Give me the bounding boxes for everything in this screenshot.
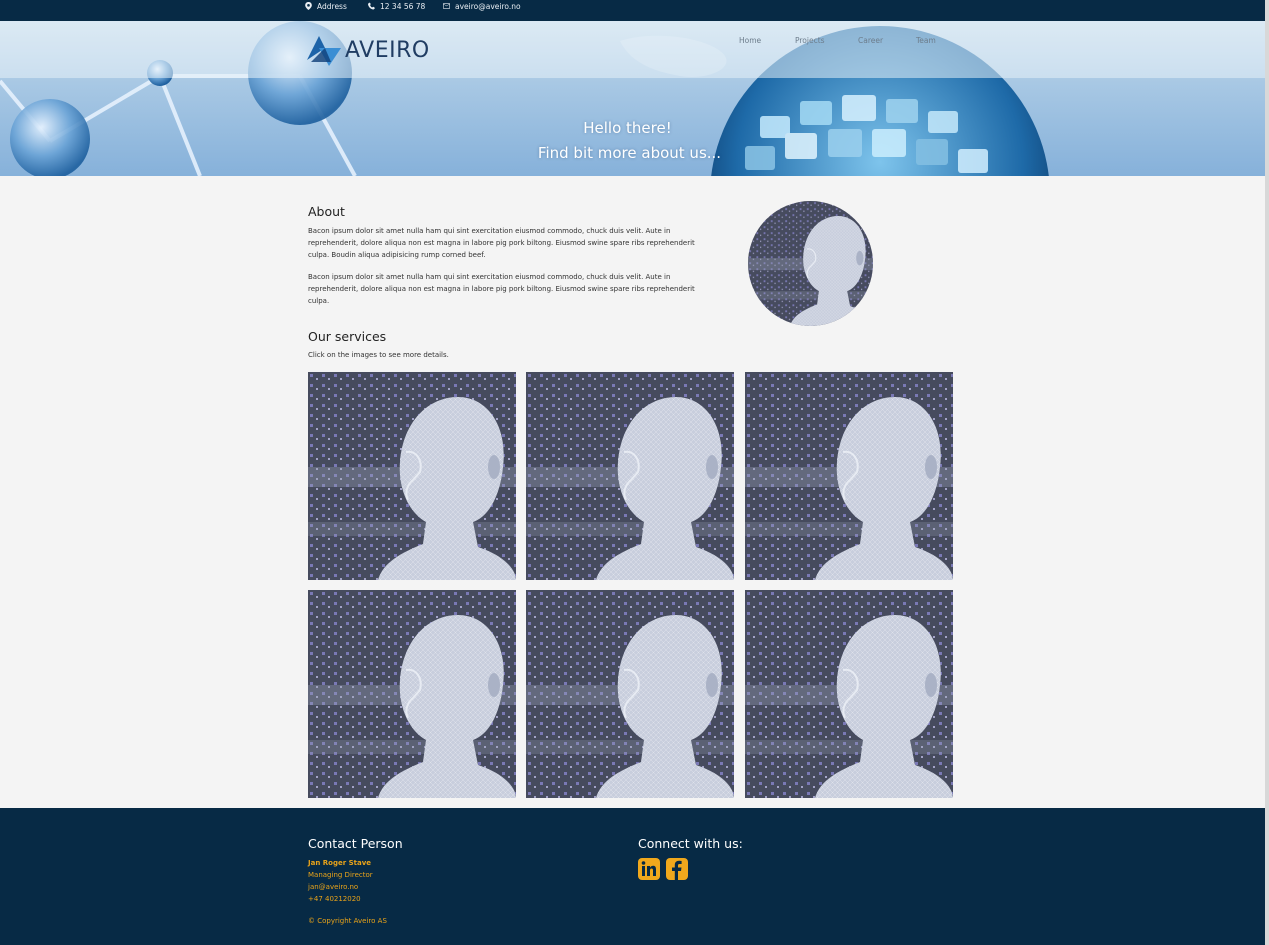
address-text: Address: [317, 1, 347, 11]
page-scrollbar[interactable]: [1265, 0, 1269, 945]
about-paragraph-1: Bacon ipsum dolor sit amet nulla ham qui…: [308, 227, 695, 259]
hero-banner: AVEIRO Home Projects Career Team Hello t…: [0, 21, 1265, 176]
facebook-icon[interactable]: [666, 858, 688, 880]
phone-item: 12 34 56 78: [368, 0, 425, 12]
email-text[interactable]: aveiro@aveiro.no: [455, 2, 521, 11]
contact-phone: +47 40212020: [308, 895, 361, 903]
address-item: Address: [305, 0, 347, 12]
service-image-3[interactable]: [745, 372, 953, 580]
hero-greeting: Hello there!: [583, 119, 672, 137]
email-item[interactable]: aveiro@aveiro.no: [443, 0, 521, 12]
envelope-icon: [443, 3, 450, 9]
top-contact-bar: Address 12 34 56 78 aveiro@aveiro.no: [0, 0, 1265, 21]
map-marker-icon: [305, 2, 312, 10]
about-heading: About: [308, 204, 345, 219]
about-paragraph-2: Bacon ipsum dolor sit amet nulla ham qui…: [308, 273, 695, 305]
service-image-2[interactable]: [526, 372, 734, 580]
footer: Contact Person Jan Roger Stave Managing …: [0, 808, 1265, 945]
contact-heading: Contact Person: [308, 836, 403, 851]
service-image-6[interactable]: [745, 590, 953, 798]
contact-role: Managing Director: [308, 871, 373, 879]
aveiro-logo-mark: [307, 36, 341, 66]
service-image-4[interactable]: [308, 590, 516, 798]
services-subtitle: Click on the images to see more details.: [308, 351, 449, 359]
contact-name: Jan Roger Stave: [308, 859, 372, 867]
hero-tagline: Find bit more about us...: [537, 144, 722, 162]
navigation-band: [0, 21, 1265, 78]
nav-item-career[interactable]: Career: [858, 36, 883, 45]
contact-email-link[interactable]: jan@aveiro.no: [308, 883, 358, 891]
services-heading: Our services: [308, 329, 387, 344]
nav-item-team[interactable]: Team: [916, 36, 936, 45]
logo-text: AVEIRO: [345, 37, 430, 63]
linkedin-icon[interactable]: [638, 858, 660, 880]
about-portrait-image: [748, 201, 873, 326]
copyright-text: © Copyright Aveiro AS: [308, 917, 387, 925]
phone-text: 12 34 56 78: [380, 1, 426, 11]
phone-icon: [368, 2, 375, 10]
nav-item-home[interactable]: Home: [739, 36, 761, 45]
service-image-5[interactable]: [526, 590, 734, 798]
service-image-1[interactable]: [308, 372, 516, 580]
nav-item-projects[interactable]: Projects: [795, 36, 825, 45]
connect-heading: Connect with us:: [638, 836, 743, 851]
logo[interactable]: AVEIRO: [305, 32, 430, 68]
